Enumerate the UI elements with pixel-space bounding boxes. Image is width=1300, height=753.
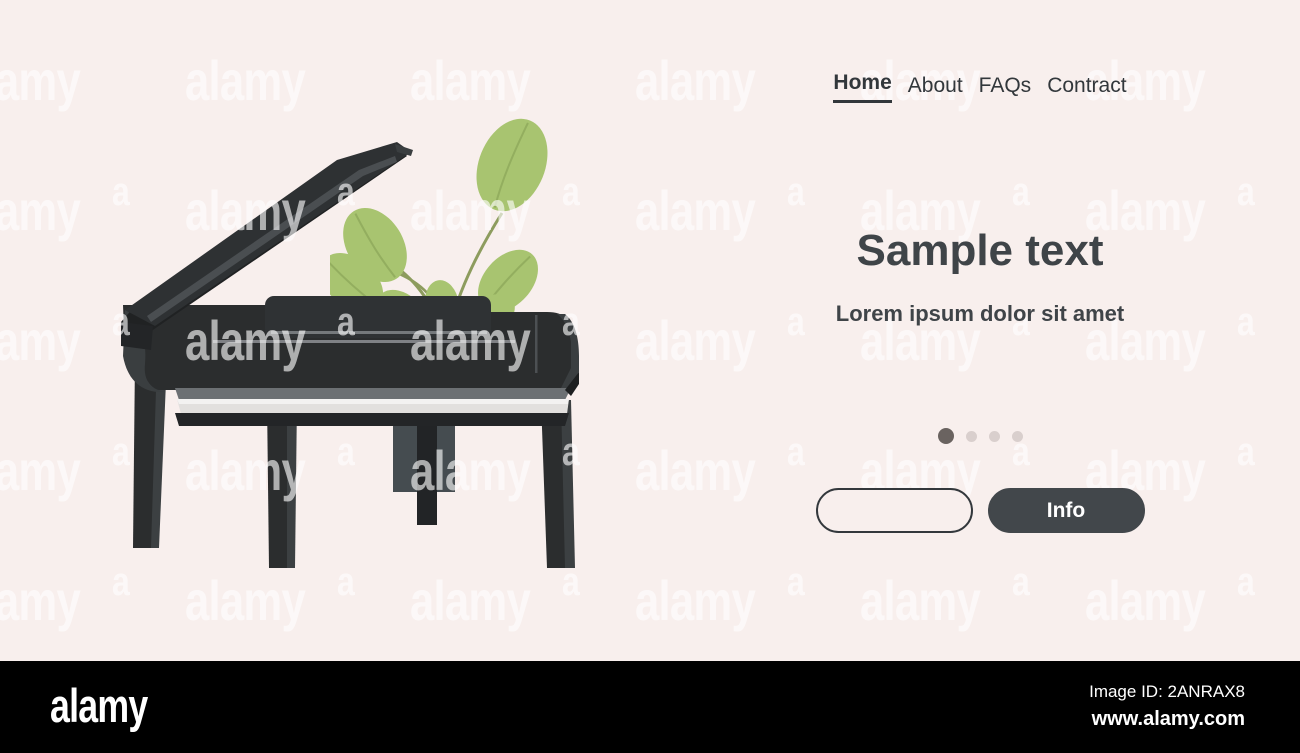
watermark-wordmark: alamy	[0, 179, 81, 242]
info-button[interactable]: Info	[987, 488, 1145, 533]
nav-item-faqs[interactable]: FAQs	[979, 73, 1032, 103]
watermark-wordmark: alamy	[0, 49, 81, 112]
nav-item-about[interactable]: About	[908, 73, 963, 103]
watermark-wordmark: alamy	[0, 439, 81, 502]
page-subtitle: Lorem ipsum dolor sit amet	[835, 301, 1125, 326]
nav-item-home[interactable]: Home	[833, 70, 892, 103]
image-id-label: Image ID: 2ANRAX8	[1089, 682, 1245, 701]
watermark-wordmark: alamy	[185, 569, 306, 632]
nav-item-contract[interactable]: Contract	[1047, 73, 1126, 103]
watermark-wordmark: alamy	[0, 569, 81, 632]
alamy-logo: alamy	[50, 679, 148, 732]
carousel-dot-3[interactable]	[988, 430, 1000, 442]
illustration-artboard: a a a a a a alamy alamy alamy alamy alam…	[0, 0, 1300, 661]
main-navigation: Home About FAQs Contract	[700, 70, 1260, 103]
watermark-wordmark: alamy	[410, 569, 531, 632]
piano-music-desk	[265, 296, 491, 338]
secondary-button[interactable]	[815, 488, 973, 533]
screenshot-root: a a a a a a alamy alamy alamy alamy alam…	[0, 0, 1300, 753]
cta-button-row: Info	[700, 488, 1260, 533]
watermark-wordmark: alamy	[0, 309, 81, 372]
hero-content-panel: Home About FAQs Contract Sample text Lor…	[700, 70, 1260, 590]
carousel-dots	[700, 428, 1260, 444]
page-title: Sample text	[856, 226, 1104, 276]
grand-piano-illustration	[121, 142, 579, 568]
carousel-dot-1[interactable]	[937, 428, 954, 444]
carousel-dot-2[interactable]	[965, 430, 977, 442]
piano-keyboard	[175, 388, 571, 426]
carousel-dot-4[interactable]	[1011, 430, 1023, 442]
alamy-url-label: www.alamy.com	[1091, 708, 1245, 730]
alamy-footer-bar: alamy Image ID: 2ANRAX8 www.alamy.com	[0, 661, 1300, 753]
